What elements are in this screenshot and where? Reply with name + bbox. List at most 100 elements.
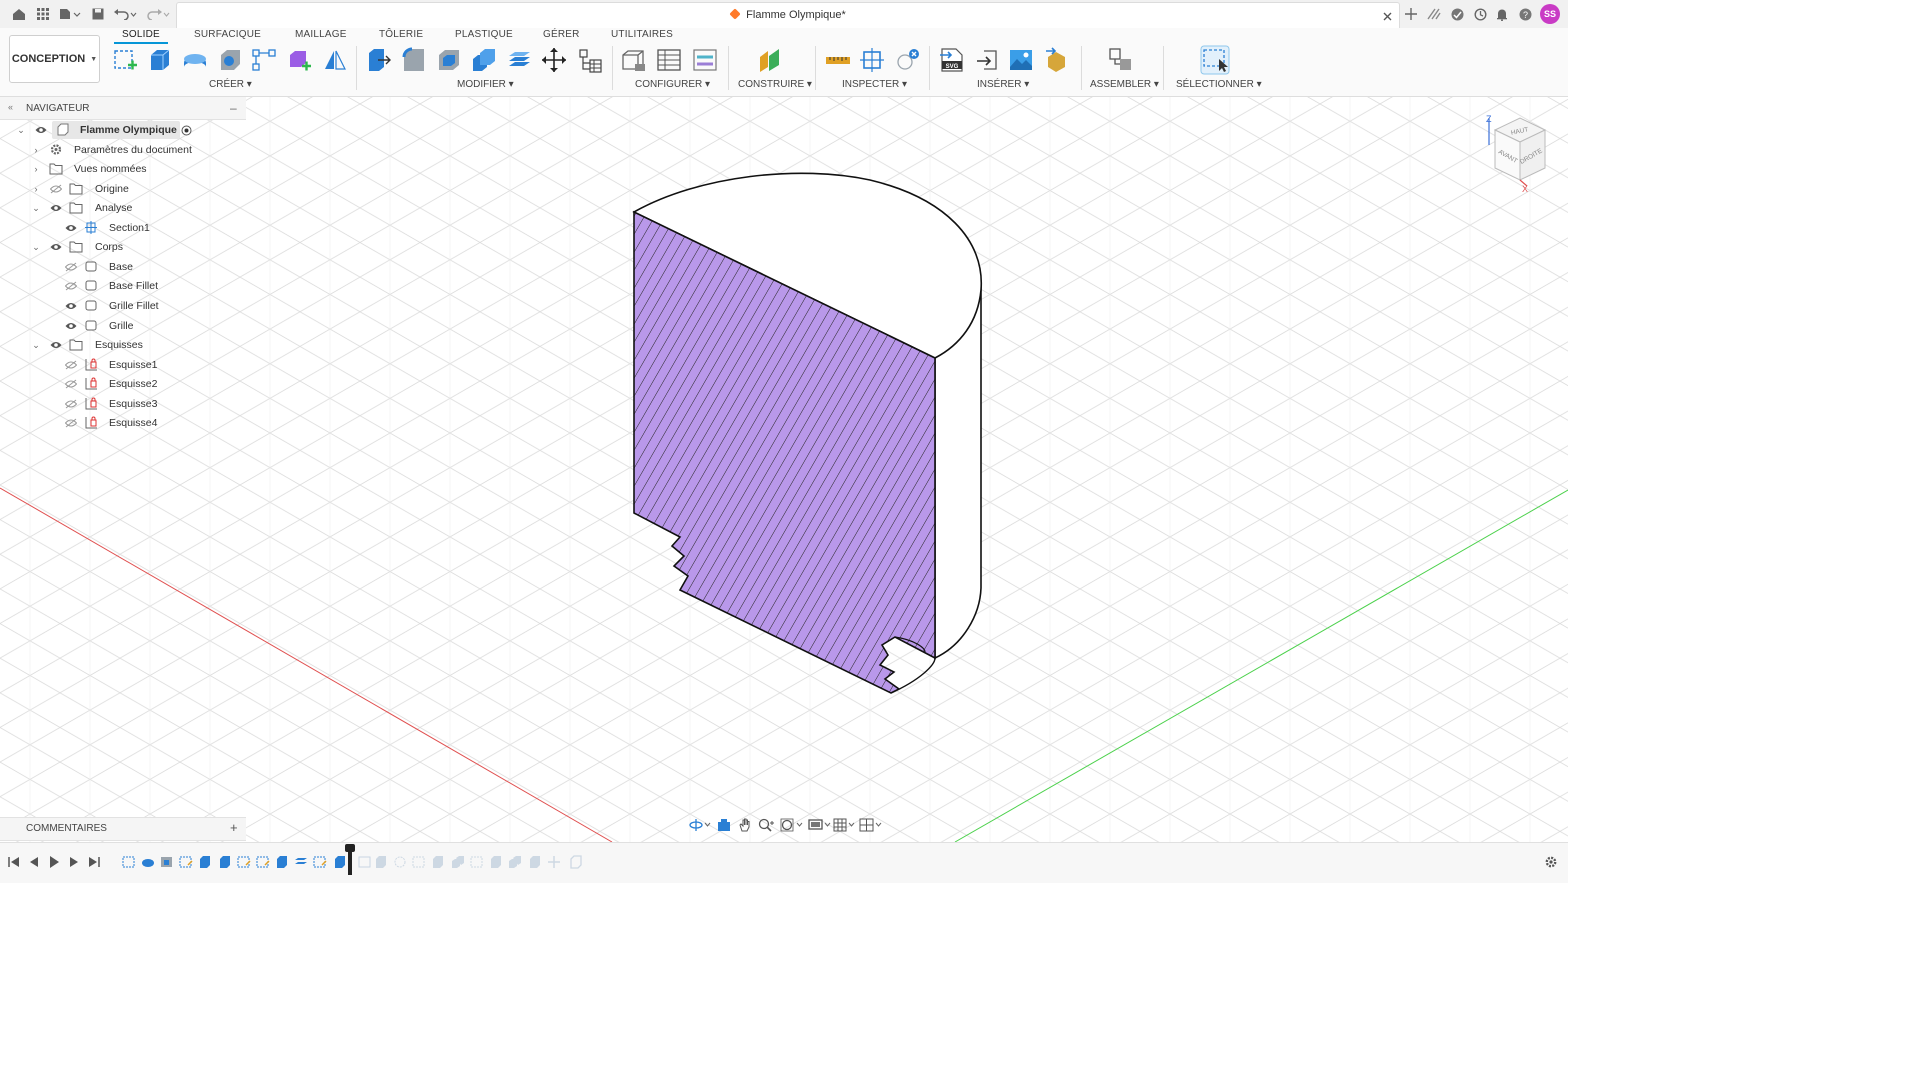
change-parameters-icon[interactable]: [577, 47, 603, 73]
tree-item-section1[interactable]: Section1: [0, 219, 246, 238]
step-forward-icon[interactable]: [67, 855, 81, 869]
add-comment-icon[interactable]: +: [230, 820, 238, 835]
tree-item-bodies[interactable]: ⌄ Corps: [0, 238, 246, 257]
grid-settings-icon[interactable]: [833, 818, 857, 832]
hole-icon[interactable]: [217, 47, 243, 73]
timeline-revolve-icon[interactable]: [141, 855, 155, 869]
timeline-extrude-icon[interactable]: [218, 855, 232, 869]
group-creer[interactable]: CRÉER ▾: [209, 79, 252, 90]
tree-item-analysis[interactable]: ⌄ Analyse: [0, 199, 246, 218]
timeline-combine-icon[interactable]: [451, 855, 465, 869]
visibility-eye-icon[interactable]: [35, 125, 47, 135]
hidden-eye-icon[interactable]: [65, 262, 77, 272]
chevron-right-icon[interactable]: ›: [31, 164, 41, 174]
tree-item-origin[interactable]: › Origine: [0, 180, 246, 199]
fillet-icon[interactable]: [401, 47, 427, 73]
minimize-icon[interactable]: –: [230, 101, 237, 115]
timeline-extrude-icon[interactable]: [431, 855, 445, 869]
tab-maillage[interactable]: MAILLAGE: [295, 29, 347, 40]
visibility-eye-icon[interactable]: [50, 203, 62, 213]
file-menu-icon[interactable]: [59, 6, 81, 22]
timeline-offset-icon[interactable]: [294, 855, 308, 869]
timeline-sketch-icon[interactable]: [179, 855, 193, 869]
chevron-down-icon[interactable]: ⌄: [31, 203, 41, 213]
insert-canvas-icon[interactable]: [1008, 47, 1034, 73]
undo-icon[interactable]: [113, 6, 139, 22]
timeline-settings-gear-icon[interactable]: [1544, 855, 1558, 869]
timeline-sketch-icon[interactable]: [122, 855, 136, 869]
tree-item-body-base[interactable]: Base: [0, 258, 246, 277]
tab-plastique[interactable]: PLASTIQUE: [455, 29, 513, 40]
notifications-icon[interactable]: [1494, 6, 1510, 22]
tab-gerer[interactable]: GÉRER: [543, 29, 580, 40]
visibility-eye-icon[interactable]: [50, 242, 62, 252]
workspace-switcher[interactable]: CONCEPTION ▼: [9, 35, 100, 83]
tab-solide[interactable]: SOLIDE: [114, 29, 168, 44]
help-icon[interactable]: ?: [1517, 6, 1533, 22]
timeline-section-icon[interactable]: [569, 855, 583, 869]
hidden-eye-icon[interactable]: [50, 184, 62, 194]
tree-item-named-views[interactable]: › Vues nommées: [0, 160, 246, 179]
timeline-extrude-icon[interactable]: [333, 855, 347, 869]
tree-item-root[interactable]: ⌄ Flamme Olympique: [0, 121, 246, 140]
close-tab-icon[interactable]: [1379, 8, 1395, 24]
timeline-sketch-icon[interactable]: [237, 855, 251, 869]
display-settings-icon[interactable]: [808, 818, 832, 832]
group-modifier[interactable]: MODIFIER ▾: [457, 79, 514, 90]
activate-radio-icon[interactable]: [181, 125, 192, 136]
extensions-icon[interactable]: [1426, 6, 1442, 22]
tree-item-parameters[interactable]: › Paramètres du document: [0, 141, 246, 160]
history-icon[interactable]: [1472, 6, 1488, 22]
collapse-panel-icon[interactable]: «: [8, 102, 13, 112]
pan-hand-icon[interactable]: [738, 818, 752, 832]
look-at-icon[interactable]: [717, 818, 731, 832]
document-tab[interactable]: Flamme Olympique*: [176, 2, 1400, 29]
timeline-move-icon[interactable]: [547, 855, 561, 869]
revolve-icon[interactable]: [182, 47, 208, 73]
timeline-extrude-icon[interactable]: [528, 855, 542, 869]
tab-tolerie[interactable]: TÔLERIE: [379, 29, 423, 40]
create-form-icon[interactable]: [286, 47, 312, 73]
hidden-eye-icon[interactable]: [65, 379, 77, 389]
zoom-icon[interactable]: [758, 818, 776, 832]
timeline-shell-icon[interactable]: [160, 855, 174, 869]
tree-item-sketch3[interactable]: Esquisse3: [0, 395, 246, 414]
group-selectionner[interactable]: SÉLECTIONNER ▾: [1176, 79, 1262, 90]
visibility-eye-icon[interactable]: [65, 223, 77, 233]
tree-item-body-grille[interactable]: Grille: [0, 317, 246, 336]
hidden-eye-icon[interactable]: [65, 281, 77, 291]
visibility-eye-icon[interactable]: [50, 340, 62, 350]
configure-icon[interactable]: [621, 47, 647, 73]
press-pull-icon[interactable]: [366, 47, 392, 73]
shell-icon[interactable]: [436, 47, 462, 73]
step-back-icon[interactable]: [27, 855, 41, 869]
save-icon[interactable]: [90, 6, 106, 22]
configuration-rules-icon[interactable]: [692, 47, 718, 73]
hidden-eye-icon[interactable]: [65, 360, 77, 370]
combine-icon[interactable]: [471, 47, 497, 73]
configuration-table-icon[interactable]: [656, 47, 682, 73]
group-construire[interactable]: CONSTRUIRE ▾: [738, 79, 812, 90]
orbit-icon[interactable]: [689, 818, 711, 832]
tree-item-body-base-fillet[interactable]: Base Fillet: [0, 277, 246, 296]
move-icon[interactable]: [541, 47, 567, 73]
view-cube[interactable]: HAUT AVANT DROITE Z X: [1475, 110, 1555, 195]
interference-icon[interactable]: [895, 47, 921, 73]
timeline-pattern-icon[interactable]: [393, 855, 407, 869]
create-sketch-icon[interactable]: [112, 47, 138, 73]
insert-svg-icon[interactable]: SVG: [939, 47, 965, 73]
insert-mesh-icon[interactable]: [974, 47, 1000, 73]
timeline-sketch-icon[interactable]: [470, 855, 484, 869]
new-tab-icon[interactable]: [1403, 6, 1419, 22]
chevron-down-icon[interactable]: ⌄: [16, 125, 26, 135]
group-configurer[interactable]: CONFIGURER ▾: [635, 79, 710, 90]
group-inspecter[interactable]: INSPECTER ▾: [842, 79, 907, 90]
user-avatar[interactable]: SS: [1540, 4, 1560, 24]
offset-face-icon[interactable]: [506, 47, 532, 73]
visibility-eye-icon[interactable]: [65, 321, 77, 331]
chevron-right-icon[interactable]: ›: [31, 145, 41, 155]
redo-icon[interactable]: [145, 6, 171, 22]
hidden-eye-icon[interactable]: [65, 418, 77, 428]
tree-item-sketch2[interactable]: Esquisse2: [0, 375, 246, 394]
chevron-right-icon[interactable]: ›: [31, 184, 41, 194]
